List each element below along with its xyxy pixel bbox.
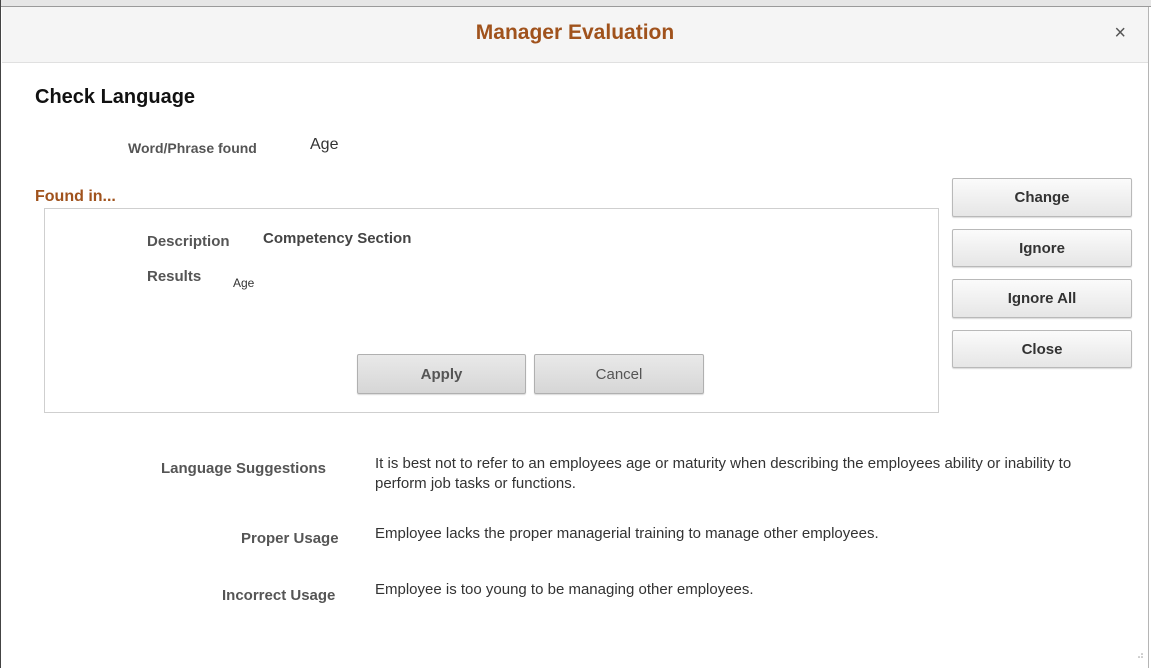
language-suggestions-label: Language Suggestions xyxy=(161,460,327,477)
results-value: Age xyxy=(233,276,255,290)
description-value: Competency Section xyxy=(263,230,412,247)
close-icon[interactable]: × xyxy=(1114,23,1126,43)
language-suggestions-text: It is best not to refer to an employees … xyxy=(375,455,1072,492)
cancel-button[interactable]: Cancel xyxy=(534,354,704,394)
found-in-heading: Found in... xyxy=(35,188,116,205)
word-found-label: Word/Phrase found xyxy=(128,140,257,156)
word-found-value: Age xyxy=(310,136,339,153)
background-page-strip xyxy=(1,0,1151,7)
ignore-all-button[interactable]: Ignore All xyxy=(952,279,1132,318)
incorrect-usage-label: Incorrect Usage xyxy=(222,587,336,604)
close-button[interactable]: Close xyxy=(952,330,1132,368)
dialog-header: Manager Evaluation × xyxy=(2,7,1148,63)
change-button[interactable]: Change xyxy=(952,178,1132,217)
ignore-button[interactable]: Ignore xyxy=(952,229,1132,267)
proper-usage-label: Proper Usage xyxy=(241,530,339,547)
description-label: Description xyxy=(147,233,230,250)
resize-grip-icon[interactable] xyxy=(1134,651,1144,664)
dialog: Manager Evaluation × Check Language Word… xyxy=(0,0,1151,668)
page-title: Check Language xyxy=(35,86,196,108)
proper-usage-text: Employee lacks the proper managerial tra… xyxy=(375,525,879,542)
incorrect-usage-text: Employee is too young to be managing oth… xyxy=(375,581,754,598)
apply-button[interactable]: Apply xyxy=(357,354,526,394)
results-label: Results xyxy=(147,268,202,285)
dialog-title: Manager Evaluation xyxy=(475,21,675,44)
